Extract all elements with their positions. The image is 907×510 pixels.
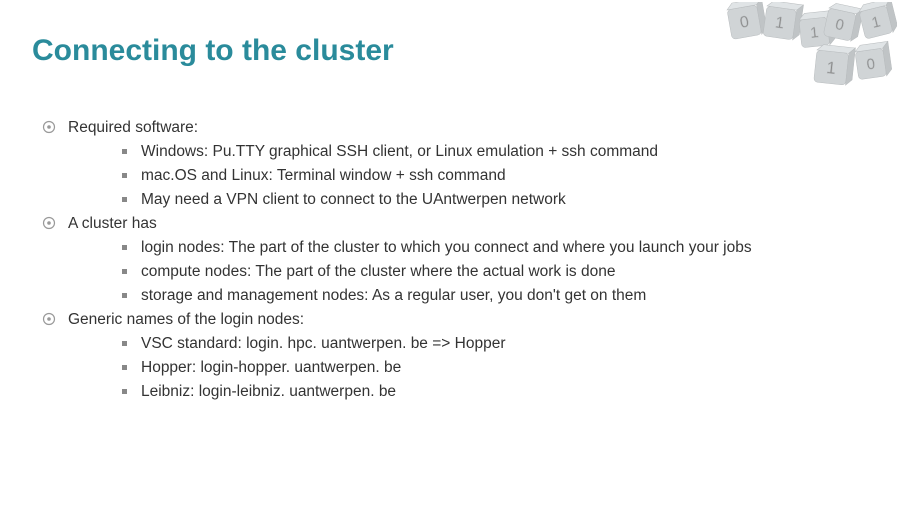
list-item: Required software:: [42, 116, 907, 140]
square-bullet-icon: [122, 365, 127, 370]
list-item-text: Generic names of the login nodes:: [68, 308, 304, 332]
square-bullet-icon: [122, 341, 127, 346]
square-bullet-icon: [122, 197, 127, 202]
sub-item-text: mac.OS and Linux: Terminal window + ssh …: [141, 164, 506, 188]
list-item-text: Required software:: [68, 116, 198, 140]
sub-item-text: Hopper: login-hopper. uantwerpen. be: [141, 356, 401, 380]
square-bullet-icon: [122, 149, 127, 154]
square-bullet-icon: [122, 269, 127, 274]
sub-list-item: VSC standard: login. hpc. uantwerpen. be…: [122, 332, 907, 356]
sub-item-text: compute nodes: The part of the cluster w…: [141, 260, 615, 284]
sub-list-item: compute nodes: The part of the cluster w…: [122, 260, 907, 284]
sub-list-item: Leibniz: login-leibniz. uantwerpen. be: [122, 380, 907, 404]
svg-text:1: 1: [809, 24, 819, 42]
sub-item-text: VSC standard: login. hpc. uantwerpen. be…: [141, 332, 506, 356]
sub-item-text: May need a VPN client to connect to the …: [141, 188, 566, 212]
sub-list-item: May need a VPN client to connect to the …: [122, 188, 907, 212]
sub-item-text: Leibniz: login-leibniz. uantwerpen. be: [141, 380, 396, 404]
list-item: Generic names of the login nodes:: [42, 308, 907, 332]
sub-list-item: mac.OS and Linux: Terminal window + ssh …: [122, 164, 907, 188]
list-item-text: A cluster has: [68, 212, 157, 236]
square-bullet-icon: [122, 173, 127, 178]
target-bullet-icon: [42, 120, 56, 134]
list-item: A cluster has: [42, 212, 907, 236]
sub-item-text: storage and management nodes: As a regul…: [141, 284, 646, 308]
target-bullet-icon: [42, 312, 56, 326]
sub-item-text: Windows: Pu.TTY graphical SSH client, or…: [141, 140, 658, 164]
sub-list-item: storage and management nodes: As a regul…: [122, 284, 907, 308]
sub-item-text: login nodes: The part of the cluster to …: [141, 236, 752, 260]
square-bullet-icon: [122, 389, 127, 394]
sub-list-item: Hopper: login-hopper. uantwerpen. be: [122, 356, 907, 380]
square-bullet-icon: [122, 293, 127, 298]
sub-list-item: login nodes: The part of the cluster to …: [122, 236, 907, 260]
sub-list-item: Windows: Pu.TTY graphical SSH client, or…: [122, 140, 907, 164]
decorative-cubes: 0 1 1 0: [717, 2, 897, 107]
square-bullet-icon: [122, 245, 127, 250]
slide-body: Required software: Windows: Pu.TTY graph…: [0, 68, 907, 404]
svg-text:1: 1: [825, 58, 836, 78]
target-bullet-icon: [42, 216, 56, 230]
